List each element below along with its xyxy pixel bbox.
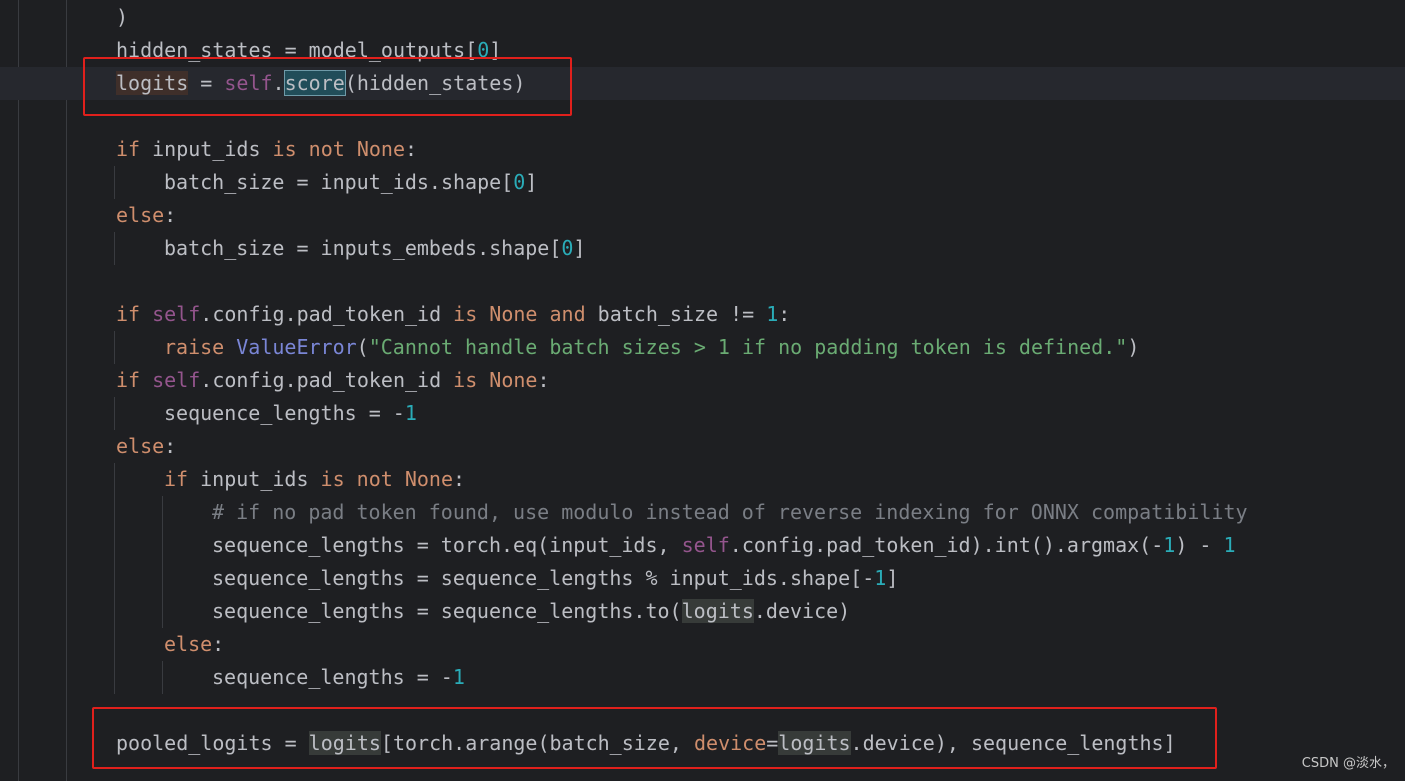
code-line-16[interactable]: # if no pad token found, use modulo inst… bbox=[212, 496, 1248, 529]
code-line-10[interactable]: if self.config.pad_token_id is None and … bbox=[116, 298, 790, 331]
indent-guide bbox=[18, 0, 19, 781]
code-line-8[interactable]: batch_size = inputs_embeds.shape[0] bbox=[164, 232, 585, 265]
code-line-19[interactable]: sequence_lengths = sequence_lengths.to(l… bbox=[212, 595, 850, 628]
indent-guide bbox=[114, 166, 115, 199]
annotation-box-pooled-logits bbox=[92, 707, 1217, 769]
indent-guide bbox=[114, 397, 115, 430]
code-line-15[interactable]: if input_ids is not None: bbox=[164, 463, 465, 496]
indent-guide bbox=[114, 232, 115, 265]
code-line-20[interactable]: else: bbox=[164, 628, 224, 661]
code-line-11[interactable]: raise ValueError("Cannot handle batch si… bbox=[164, 331, 1139, 364]
annotation-box-logits bbox=[83, 57, 572, 116]
code-line-6[interactable]: batch_size = input_ids.shape[0] bbox=[164, 166, 537, 199]
code-line-1[interactable]: ) bbox=[116, 1, 128, 34]
logits-usage-highlight: logits bbox=[681, 599, 754, 623]
code-line-21[interactable]: sequence_lengths = -1 bbox=[212, 661, 465, 694]
indent-guide bbox=[162, 661, 163, 694]
code-line-5[interactable]: if input_ids is not None: bbox=[116, 133, 417, 166]
code-line-18[interactable]: sequence_lengths = sequence_lengths % in… bbox=[212, 562, 898, 595]
indent-guide bbox=[162, 496, 163, 628]
indent-guide bbox=[66, 0, 67, 781]
watermark: CSDN @淡水， bbox=[1301, 756, 1395, 771]
code-line-14[interactable]: else: bbox=[116, 430, 176, 463]
code-editor[interactable]: ) hidden_states = model_outputs[0] logit… bbox=[0, 0, 1405, 781]
indent-guide bbox=[114, 331, 115, 364]
code-line-13[interactable]: sequence_lengths = -1 bbox=[164, 397, 417, 430]
code-comment: # if no pad token found, use modulo inst… bbox=[212, 500, 1248, 524]
code-line-12[interactable]: if self.config.pad_token_id is None: bbox=[116, 364, 550, 397]
indent-guide bbox=[114, 463, 115, 694]
code-line-17[interactable]: sequence_lengths = torch.eq(input_ids, s… bbox=[212, 529, 1236, 562]
code-line-7[interactable]: else: bbox=[116, 199, 176, 232]
